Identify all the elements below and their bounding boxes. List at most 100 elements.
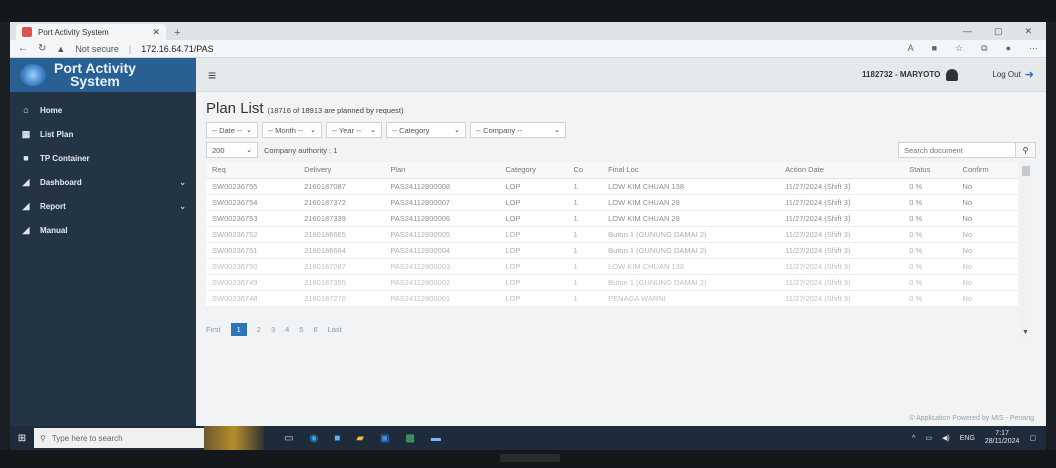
- chevron-down-icon: ⌄: [246, 147, 252, 154]
- table-cell: PAS24112800003: [384, 258, 500, 275]
- user-icon: [946, 68, 959, 81]
- collections-icon[interactable]: ⧉: [981, 43, 987, 54]
- sidebar-item-list-plan[interactable]: ▦ List Plan: [10, 122, 196, 146]
- volume-icon[interactable]: ◀): [942, 434, 950, 442]
- pinned-app-icon[interactable]: ▬: [431, 433, 441, 444]
- url-field[interactable]: 172.16.64.71/PAS: [141, 44, 213, 54]
- notification-icon[interactable]: ▢: [1029, 434, 1036, 442]
- table-cell: PAS24112800004: [384, 242, 500, 259]
- table-row[interactable]: SW00236755 2160187087 PAS24112800008 LOP 1 LO…: [206, 178, 1018, 195]
- column-header[interactable]: Co: [567, 162, 603, 179]
- logout-button[interactable]: Log Out ➜: [992, 68, 1034, 81]
- column-header[interactable]: Status: [903, 162, 957, 179]
- more-icon[interactable]: ⋯: [1029, 43, 1038, 54]
- column-header[interactable]: Confirm: [956, 162, 1018, 179]
- table-row[interactable]: SW00236754 2160187372 PAS24112800007 LOP 1 LO…: [206, 194, 1018, 211]
- network-icon[interactable]: ▭: [925, 434, 932, 442]
- windows-start-icon[interactable]: ⊞: [10, 433, 34, 444]
- table-cell: No: [956, 226, 1018, 243]
- scroll-down-icon[interactable]: ▼: [1022, 329, 1029, 336]
- table-row[interactable]: SW00236749 2160187355 PAS24112800002 LOP 1 Bu…: [206, 274, 1018, 291]
- system-tray: ^ ▭ ◀) ENG 7:17 28/11/2024 ▢: [912, 430, 1046, 446]
- close-icon[interactable]: ✕: [152, 27, 160, 38]
- sidebar-item-tp-container[interactable]: ■ TP Container: [10, 146, 196, 170]
- table-row[interactable]: SW00236752 2160186665 PAS24112800005 LOP 1 Bu…: [206, 226, 1018, 243]
- browser-tab[interactable]: Port Activity System ✕: [16, 24, 166, 40]
- sidebar-item-home[interactable]: ⌂ Home: [10, 98, 196, 122]
- clock-date: 28/11/2024: [984, 438, 1020, 445]
- table-cell: PAS24112800005: [384, 226, 500, 243]
- menu-icon[interactable]: ≡: [208, 67, 216, 83]
- table-row[interactable]: SW00236751 2160186664 PAS24112800004 LOP 1 Bu…: [206, 242, 1018, 259]
- edge-icon[interactable]: ◉: [309, 433, 318, 444]
- column-header[interactable]: Action Date: [779, 162, 904, 179]
- sidebar-item-report[interactable]: ◢ Report ⌄: [10, 194, 196, 218]
- vertical-scrollbar[interactable]: ▼: [1020, 162, 1032, 338]
- favorites-icon[interactable]: ☆: [955, 43, 963, 54]
- warning-icon[interactable]: ▲: [56, 44, 65, 54]
- sign-out-icon: ➜: [1024, 69, 1034, 81]
- clock[interactable]: 7:17 28/11/2024: [985, 430, 1020, 446]
- taskbar-search[interactable]: ⚲ Type here to search: [34, 428, 204, 448]
- search-icon[interactable]: ⚲: [1016, 142, 1036, 158]
- pager-page-1[interactable]: 1: [230, 322, 247, 336]
- pager-page-6[interactable]: 6: [313, 325, 317, 334]
- date-select[interactable]: -- Date -- ⌄: [206, 122, 258, 138]
- table-cell: PAS24112800007: [384, 194, 500, 211]
- store-icon[interactable]: ▣: [380, 433, 389, 444]
- sidebar-item-dashboard[interactable]: ◢ Dashboard ⌄: [10, 170, 196, 194]
- table-cell: 0 %: [903, 258, 957, 275]
- read-aloud-icon[interactable]: A: [908, 43, 914, 54]
- new-tab-icon[interactable]: +: [174, 27, 180, 40]
- security-label[interactable]: Not secure: [75, 44, 119, 54]
- file-explorer-icon[interactable]: ▰: [356, 433, 364, 444]
- table-cell: No: [956, 210, 1018, 227]
- pager-page-5[interactable]: 5: [299, 325, 303, 334]
- company-select[interactable]: -- Company -- ⌄: [470, 122, 566, 138]
- table-cell: PENAGA WARNI: [602, 290, 780, 307]
- page-size-select[interactable]: 200 ⌄: [206, 142, 258, 158]
- pager-page-3[interactable]: 3: [271, 325, 275, 334]
- table-row[interactable]: SW00236753 2160187339 PAS24112800006 LOP 1 LO…: [206, 210, 1018, 227]
- excel-icon[interactable]: ▩: [405, 433, 414, 444]
- column-header[interactable]: Category: [499, 162, 568, 179]
- plan-list-section: Plan List (18716 of 18913 are planned by…: [196, 92, 1046, 338]
- table-row[interactable]: SW00236750 2160187087 PAS24112800003 LOP 1 LO…: [206, 258, 1018, 275]
- table-cell: LOP: [499, 178, 568, 195]
- pager-page-2[interactable]: 2: [257, 325, 261, 334]
- taskbar-news-widget[interactable]: [204, 426, 264, 450]
- maximize-icon[interactable]: ▢: [994, 26, 1003, 37]
- tray-chevron-icon[interactable]: ^: [912, 435, 915, 442]
- clock-time: 7:17: [995, 430, 1009, 437]
- column-header[interactable]: Plan: [384, 162, 500, 179]
- month-select[interactable]: -- Month -- ⌄: [262, 122, 322, 138]
- window-close-icon[interactable]: ✕: [1024, 26, 1032, 37]
- table-cell: 2160187372: [298, 194, 385, 211]
- language-indicator[interactable]: ENG: [960, 435, 975, 442]
- column-header[interactable]: Req: [206, 162, 299, 179]
- table-cell: LOW KIM CHUAN 28: [602, 194, 780, 211]
- extension-icon[interactable]: ■: [932, 43, 937, 54]
- column-header[interactable]: Final Loc: [602, 162, 780, 179]
- pager-last[interactable]: Last: [328, 325, 342, 334]
- chevron-down-icon: ⌄: [179, 177, 186, 187]
- category-select[interactable]: -- Category ⌄: [386, 122, 466, 138]
- search-input[interactable]: [898, 142, 1016, 158]
- minimize-icon[interactable]: —: [963, 26, 972, 37]
- year-select[interactable]: -- Year -- ⌄: [326, 122, 382, 138]
- table-cell: LOP: [499, 290, 568, 307]
- back-icon[interactable]: ←: [18, 43, 28, 54]
- table-cell: PAS24112800001: [384, 290, 500, 307]
- profile-icon[interactable]: ●: [1006, 43, 1011, 54]
- reload-icon[interactable]: ↻: [38, 43, 46, 54]
- table-row[interactable]: SW00236748 2160187270 PAS24112800001 LOP 1 PE…: [206, 290, 1018, 307]
- taskbar: ⊞ ⚲ Type here to search ▭ ◉ ■ ▰ ▣ ▩ ▬ ^ …: [10, 426, 1046, 450]
- column-header[interactable]: Delivery: [298, 162, 385, 179]
- brand[interactable]: Port Activity System: [10, 58, 196, 92]
- pager-page-4[interactable]: 4: [285, 325, 289, 334]
- task-view-icon[interactable]: ▭: [284, 433, 293, 444]
- scrollbar-thumb[interactable]: [1022, 166, 1030, 176]
- sidebar-item-manual[interactable]: ◢ Manual: [10, 218, 196, 242]
- app-icon[interactable]: ■: [334, 433, 340, 444]
- pager-first[interactable]: First: [206, 325, 221, 334]
